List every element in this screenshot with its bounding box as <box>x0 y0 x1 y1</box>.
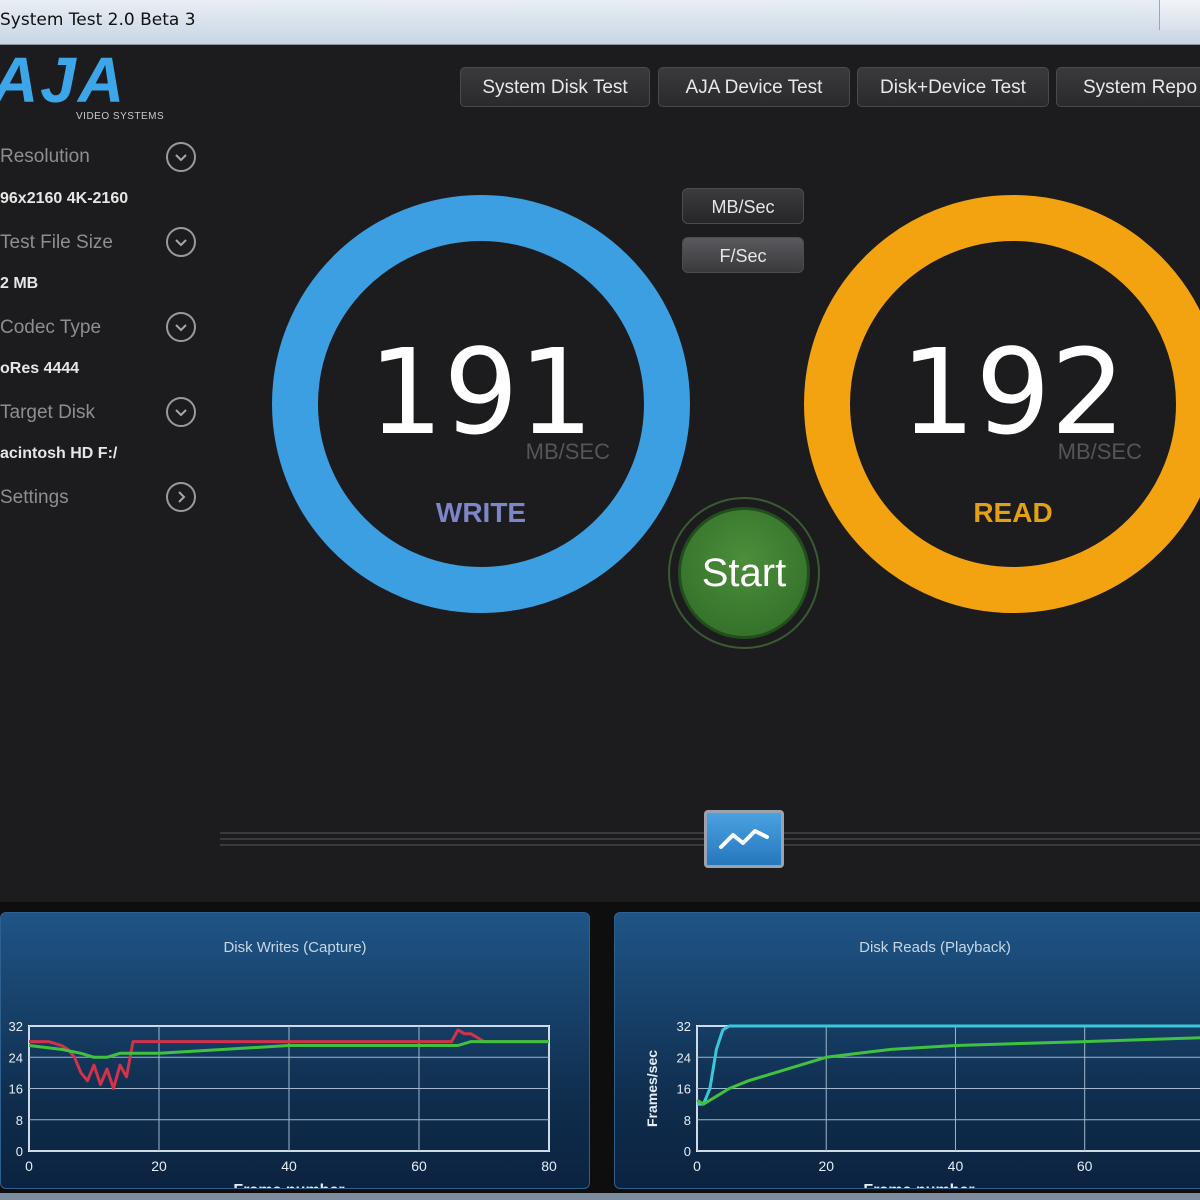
tab-system-report[interactable]: System Repo <box>1056 67 1200 107</box>
settings-label: Settings <box>0 487 69 508</box>
graph-toggle-button[interactable] <box>704 810 784 868</box>
y-tick-label: 8 <box>684 1113 691 1128</box>
y-tick-label: 16 <box>677 1082 691 1097</box>
line-graph-icon <box>719 829 769 849</box>
disk-writes-panel: Disk Writes (Capture) 08162432020406080F… <box>0 912 590 1189</box>
series-line-1 <box>696 1036 1200 1106</box>
charts-area: Disk Writes (Capture) 08162432020406080F… <box>0 902 1200 1193</box>
chevron-down-icon[interactable] <box>166 397 196 427</box>
tab-aja-device-test[interactable]: AJA Device Test <box>658 67 850 107</box>
chevron-down-icon[interactable] <box>166 312 196 342</box>
mb-sec-button[interactable]: MB/Sec <box>682 188 804 224</box>
x-tick-label: 80 <box>541 1158 557 1174</box>
x-tick-label: 60 <box>411 1158 427 1174</box>
app-body: AJA VIDEO SYSTEMS System Disk Test AJA D… <box>0 44 1200 1193</box>
disk-writes-chart: 0 8 16 24 32 0 20 40 60 80 Frame number <box>9 1019 557 1188</box>
window-titlebar: System Test 2.0 Beta 3 <box>0 0 1200 45</box>
read-value: 192 <box>900 323 1126 461</box>
tab-disk-device-test[interactable]: Disk+Device Test <box>857 67 1049 107</box>
aja-logo: AJA VIDEO SYSTEMS <box>0 44 190 123</box>
x-tick-label: 20 <box>151 1158 167 1174</box>
x-tick-label: 20 <box>818 1158 834 1174</box>
window-control-button[interactable] <box>1159 0 1200 30</box>
chevron-right-icon[interactable] <box>166 482 196 512</box>
target-disk-value: acintosh HD F:/ <box>0 445 118 462</box>
codec-type-label: Codec Type <box>0 317 102 338</box>
read-label: READ <box>973 497 1053 528</box>
logo-brand: AJA <box>0 44 127 116</box>
y-tick-label: 24 <box>677 1050 691 1065</box>
y-tick-label: 0 <box>684 1144 691 1159</box>
y-tick-label: 32 <box>9 1019 23 1034</box>
resolution-label: Resolution <box>0 146 90 167</box>
chevron-down-icon[interactable] <box>166 227 196 257</box>
x-tick-label: 0 <box>693 1158 701 1174</box>
x-tick-label: 60 <box>1077 1158 1093 1174</box>
y-axis-label: Frames/sec <box>644 1050 660 1127</box>
y-tick-label: 24 <box>9 1050 23 1065</box>
read-gauge: 192 MB/SEC READ <box>804 195 1200 613</box>
f-sec-button[interactable]: F/Sec <box>682 237 804 273</box>
y-tick-label: 16 <box>9 1082 23 1097</box>
x-axis-label: Frame number <box>863 1182 974 1188</box>
disk-reads-panel: Disk Reads (Playback) 0 8 16 24 32 0 20 40 60 Fra… <box>614 912 1200 1189</box>
series-line-0 <box>697 1024 1200 1106</box>
x-tick-label: 0 <box>25 1158 33 1174</box>
y-tick-label: 8 <box>16 1113 23 1128</box>
start-button[interactable]: Start <box>678 507 810 639</box>
logo-subtitle: VIDEO SYSTEMS <box>76 111 165 122</box>
write-value: 191 <box>368 323 594 461</box>
window-title: System Test 2.0 Beta 3 <box>0 10 196 30</box>
x-axis-label: Frame number <box>233 1182 344 1188</box>
y-tick-label: 0 <box>16 1144 23 1159</box>
tab-system-disk-test[interactable]: System Disk Test <box>460 67 650 107</box>
write-unit: MB/SEC <box>525 439 610 464</box>
disk-reads-chart: 0 8 16 24 32 0 20 40 60 Frame number Frames/sec <box>644 1019 1200 1188</box>
write-gauge: 191 MB/SEC WRITE <box>272 195 690 613</box>
write-label: WRITE <box>435 497 527 528</box>
x-tick-label: 40 <box>281 1158 297 1174</box>
resolution-value: 96x2160 4K-2160 <box>0 190 129 207</box>
chevron-down-icon[interactable] <box>166 142 196 172</box>
test-file-size-label: Test File Size <box>0 232 113 253</box>
codec-type-value: oRes 4444 <box>0 360 80 377</box>
y-tick-label: 32 <box>677 1019 691 1034</box>
window-bottom-border <box>0 1193 1200 1200</box>
target-disk-label: Target Disk <box>0 402 96 423</box>
read-unit: MB/SEC <box>1057 439 1142 464</box>
test-file-size-value: 2 MB <box>0 275 39 292</box>
x-tick-label: 40 <box>948 1158 964 1174</box>
